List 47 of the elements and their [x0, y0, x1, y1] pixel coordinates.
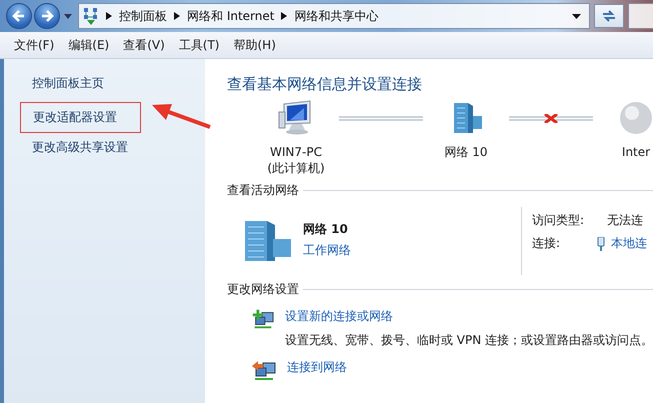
node-label[interactable]: WIN7-PC — [270, 144, 322, 160]
address-field[interactable]: 控制面板 网络和 Internet 网络和共享中心 — [78, 3, 590, 29]
menu-item[interactable]: 文件(F) — [14, 36, 54, 54]
chevron-icon — [281, 12, 288, 20]
breadcrumb[interactable]: 网络和 Internet — [187, 8, 274, 24]
menu-item[interactable]: 帮助(H) — [234, 36, 276, 54]
back-arrow-icon — [11, 8, 27, 24]
detail-label: 连接: — [532, 235, 560, 252]
dropdown-caret-icon — [572, 14, 581, 18]
node-sublabel: (此计算机) — [267, 160, 325, 176]
network-type-link[interactable]: 工作网络 — [303, 242, 351, 259]
node-label[interactable]: Inter — [622, 144, 650, 160]
task-link[interactable]: 设置新的连接或网络 — [284, 308, 653, 325]
detail-label: 访问类型: — [532, 212, 584, 229]
refresh-button[interactable] — [594, 4, 624, 28]
chevron-icon — [106, 12, 112, 20]
page-heading: 查看基本网络信息并设置连接 — [227, 75, 423, 94]
history-dropdown[interactable] — [62, 14, 74, 18]
forward-arrow-icon — [39, 8, 55, 24]
task-link[interactable]: 连接到网络 — [287, 359, 347, 376]
menu-item[interactable]: 编辑(E) — [68, 36, 110, 54]
breadcrumb[interactable]: 控制面板 — [119, 8, 167, 24]
network-name: 网络 10 — [303, 221, 349, 238]
section-heading: 更改网络设置 — [227, 281, 299, 298]
back-button[interactable] — [6, 3, 32, 29]
section-heading: 查看活动网络 — [227, 182, 299, 199]
sidebar-link[interactable]: 更改高级共享设置 — [22, 135, 138, 160]
search-field[interactable] — [628, 3, 653, 29]
highlighted-sidebar-link[interactable]: 更改适配器设置 — [20, 102, 141, 133]
breadcrumb[interactable]: 网络和共享中心 — [294, 8, 378, 24]
caret-icon — [64, 14, 72, 18]
node-label[interactable]: 网络 10 — [444, 144, 488, 160]
forward-button[interactable] — [34, 3, 60, 29]
menu-item[interactable]: 工具(T) — [178, 36, 220, 54]
sidebar-link[interactable]: 控制面板主页 — [22, 71, 114, 96]
task-description: 设置无线、宽带、拨号、临时或 VPN 连接；或设置路由器或访问点。 — [284, 332, 653, 349]
arrow-icon — [152, 103, 212, 129]
connection-link[interactable]: 本地连 — [611, 235, 647, 252]
globe-icon — [618, 100, 653, 136]
new-connection-icon — [251, 308, 275, 330]
network-icon — [83, 7, 99, 25]
chevron-icon — [174, 12, 180, 20]
adapter-icon — [597, 236, 605, 250]
menu-item[interactable]: 查看(V) — [123, 36, 165, 54]
connect-network-icon — [251, 359, 277, 381]
detail-value: 无法连 — [607, 212, 643, 229]
refresh-icon — [601, 9, 617, 23]
